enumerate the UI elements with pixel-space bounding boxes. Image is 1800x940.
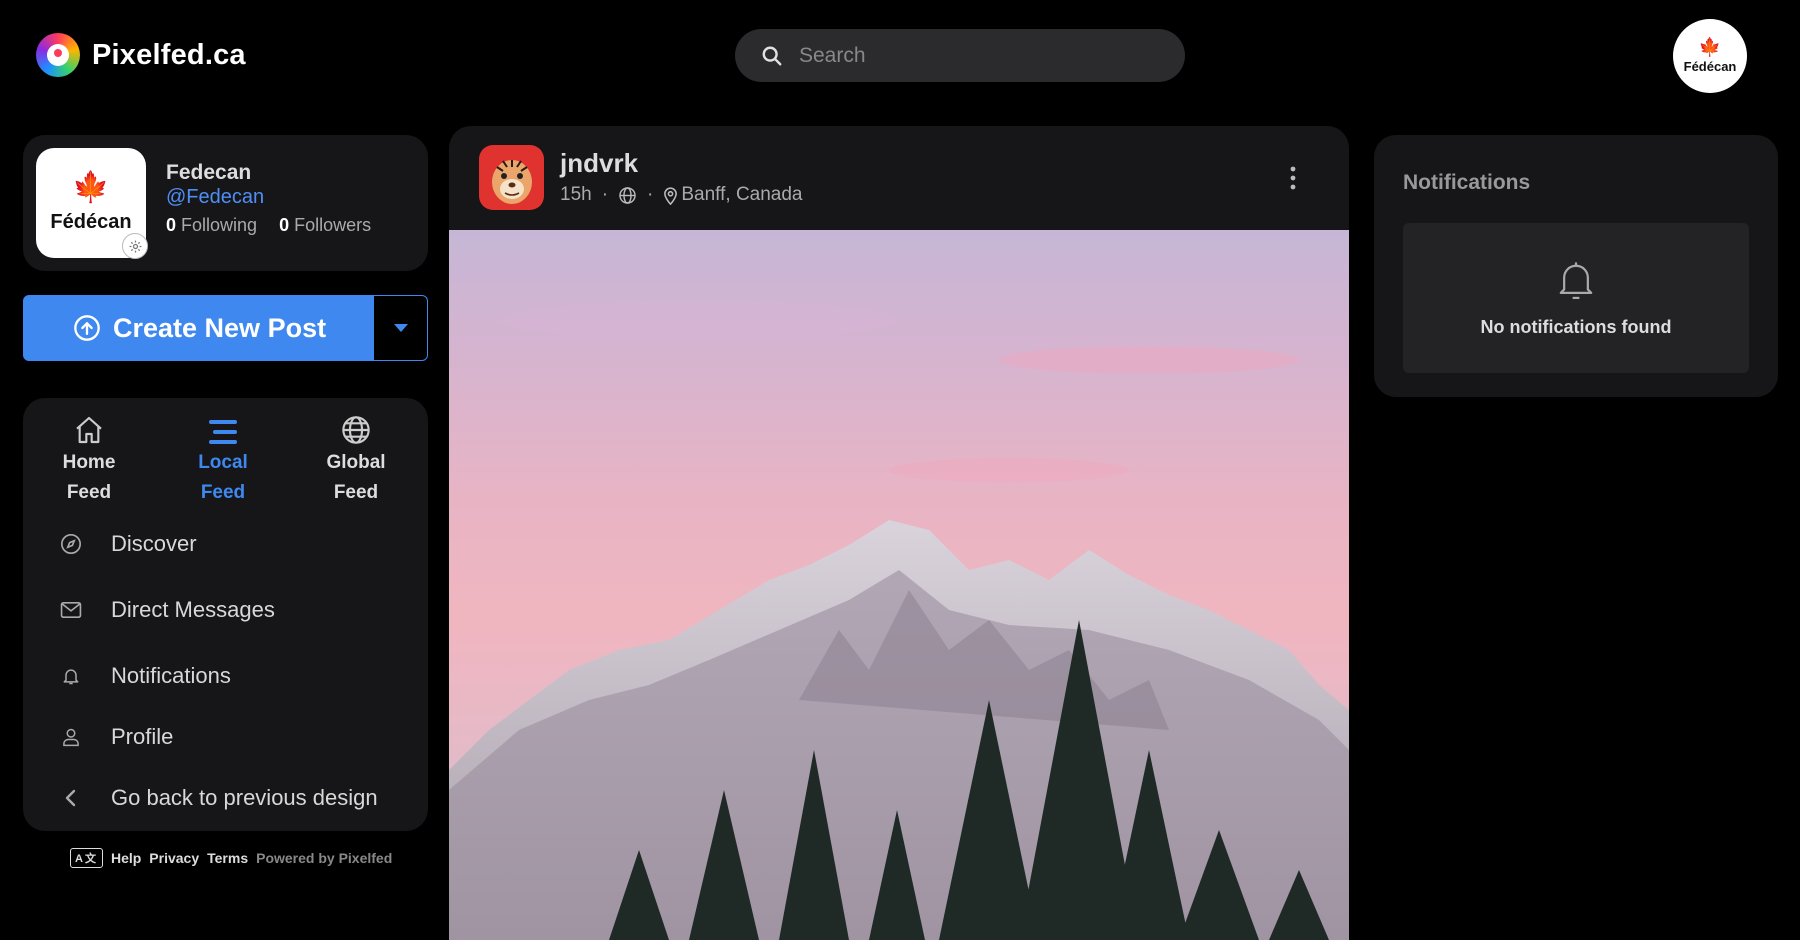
tab-global-feed-line2: Feed [333,482,379,503]
globe-icon [306,408,406,446]
nav-notifications[interactable]: Notifications [59,663,231,689]
settings-gear-icon[interactable] [122,233,148,259]
notifications-title: Notifications [1403,171,1531,194]
bell-icon [59,665,83,687]
mountain-landscape-image [449,300,1349,940]
globe-icon [619,186,636,204]
nav-previous-design[interactable]: Go back to previous design [59,785,378,811]
meta-separator: · [647,184,654,205]
profile-handle[interactable]: @Fedecan [166,186,264,209]
bell-icon [1559,261,1593,299]
maple-leaf-icon: 🍁 [1698,37,1722,57]
create-post-button[interactable]: Create New Post [23,295,374,361]
tab-home-feed-line1: Home [62,452,116,473]
create-post-group: Create New Post [23,295,428,361]
footer-powered-by[interactable]: Powered by Pixelfed [256,850,392,866]
tab-home-feed-line2: Feed [66,482,112,503]
post-username[interactable]: jndvrk [560,148,638,179]
home-icon [39,408,139,446]
tiger-avatar-icon [482,148,541,207]
maple-leaf-icon: 🍁 [72,170,110,204]
account-avatar[interactable]: 🍁 Fédécan [1673,19,1747,93]
more-vertical-icon [1290,166,1296,190]
search-icon [762,46,782,65]
profile-card: 🍁 Fédécan Fedecan @Fedecan 0 Following 0… [23,135,428,271]
search-bar[interactable] [735,29,1185,82]
user-icon [59,726,83,748]
nav-direct-messages[interactable]: Direct Messages [59,597,275,623]
language-icon[interactable]: A文 [70,848,103,868]
following-count: 0 [166,215,177,235]
pixelfed-logo-icon [36,33,80,77]
nav-profile[interactable]: Profile [59,724,173,750]
post-location[interactable]: Banff, Canada [663,184,803,206]
envelope-icon [59,601,83,619]
create-post-label: Create New Post [113,312,327,343]
profile-stats: 0 Following 0 Followers [166,215,371,236]
nav-discover-label: Discover [111,531,197,556]
nav-direct-messages-label: Direct Messages [111,597,275,622]
tab-local-feed-line1: Local [198,452,248,473]
post-photo[interactable] [449,230,1349,940]
nav-notifications-label: Notifications [111,663,231,688]
post-location-label: Banff, Canada [681,184,803,205]
followers-count: 0 [279,215,290,235]
nav-profile-label: Profile [111,724,174,749]
post-options-button[interactable] [1289,166,1297,195]
compass-icon [59,533,83,555]
following-label: Following [181,215,258,235]
notifications-card: Notifications No notifications found [1374,135,1778,397]
brand-name: Pixelfed.ca [92,38,246,71]
profile-avatar-text: Fédécan [50,210,132,233]
caret-down-icon [393,324,408,332]
chevron-left-icon [59,788,83,808]
map-pin-icon [664,186,678,205]
tab-global-feed[interactable]: Global Feed [306,408,406,508]
upload-circle-icon [74,315,100,341]
followers-stat[interactable]: 0 Followers [279,215,371,236]
post-meta: 15h · · Banff, Canada [560,184,803,206]
followers-label: Followers [294,215,372,235]
brand-logo[interactable]: Pixelfed.ca [36,33,246,77]
profile-name[interactable]: Fedecan [166,161,251,185]
account-avatar-text: Fédécan [1683,59,1737,74]
notifications-empty-message: No notifications found [1480,316,1672,337]
navigation-card: Home Feed Local Feed Global Feed Discove… [23,398,428,831]
tab-home-feed[interactable]: Home Feed [39,408,139,508]
search-input[interactable] [797,42,1161,69]
tab-local-feed-line2: Feed [200,482,246,503]
create-post-dropdown[interactable] [373,295,428,361]
nav-previous-design-label: Go back to previous design [111,785,378,810]
footer-terms-link[interactable]: Terms [207,850,248,866]
tab-global-feed-line1: Global [326,452,386,473]
post-author-avatar[interactable] [479,145,544,210]
meta-separator: · [601,184,609,205]
footer-privacy-link[interactable]: Privacy [149,850,199,866]
bars-icon [173,408,273,446]
following-stat[interactable]: 0 Following [166,215,257,236]
post-card: jndvrk 15h · · Banff, Canada [449,126,1349,940]
notifications-empty-state: No notifications found [1403,223,1749,373]
footer-help-link[interactable]: Help [111,850,141,866]
tab-local-feed[interactable]: Local Feed [173,408,273,508]
post-time[interactable]: 15h [560,184,592,206]
nav-discover[interactable]: Discover [59,531,197,557]
footer-links: A文 Help Privacy Terms Powered by Pixelfe… [70,848,392,868]
